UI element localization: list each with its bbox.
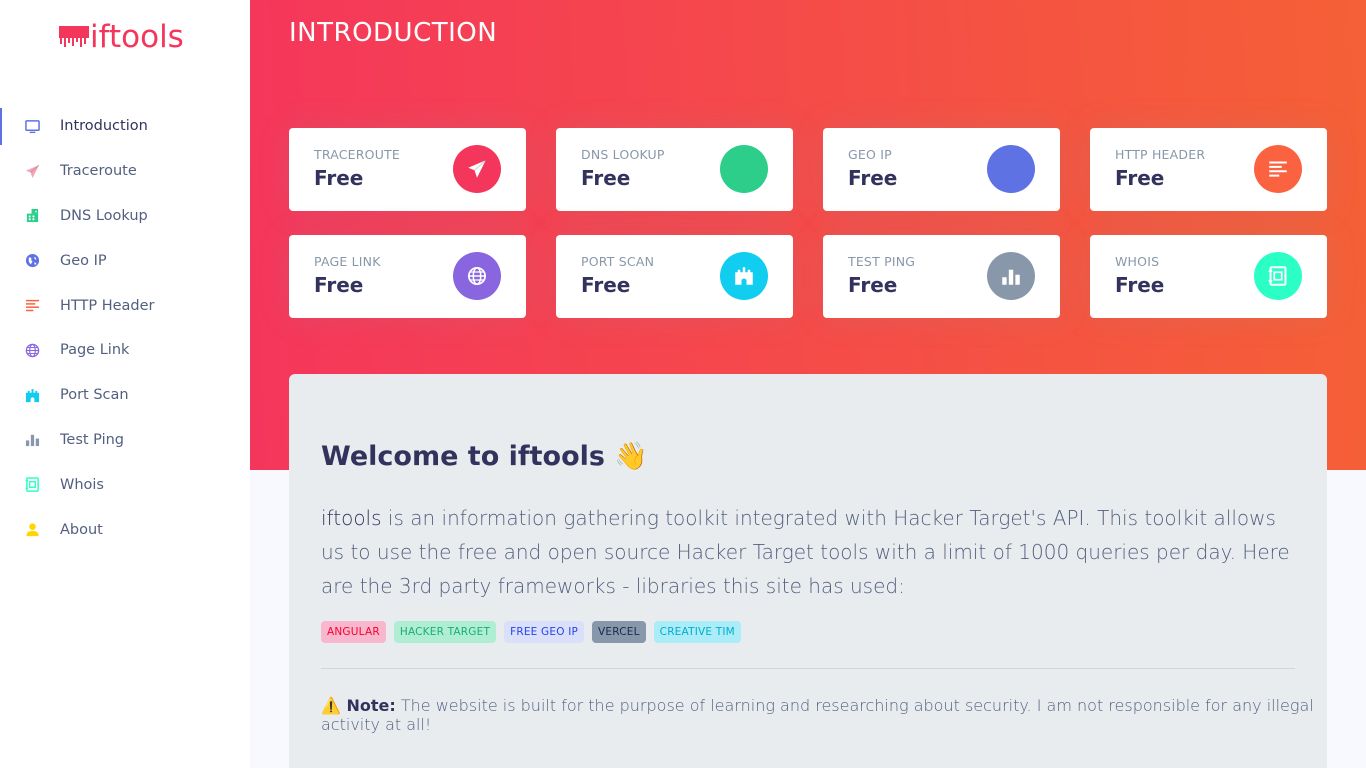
- library-badges: ANGULAR HACKER TARGET FREE GEO IP VERCEL CRE…: [321, 621, 741, 643]
- welcome-text: is an information gathering toolkit inte…: [321, 506, 1290, 598]
- world-icon: [24, 342, 40, 358]
- sidebar-item-test-ping[interactable]: Test Ping: [0, 418, 250, 463]
- card-value: Free: [848, 166, 898, 190]
- stat-card-test-ping[interactable]: TEST PING Free: [823, 235, 1060, 318]
- card-label: PAGE LINK: [314, 254, 381, 269]
- card-value: Free: [1115, 273, 1165, 297]
- welcome-panel: Welcome to iftools 👋 iftools is an infor…: [289, 374, 1327, 768]
- sidebar-item-label: About: [60, 521, 103, 538]
- stat-card-dns-lookup[interactable]: DNS LOOKUP Free: [556, 128, 793, 211]
- card-label: DNS LOOKUP: [581, 147, 665, 162]
- sidebar-item-geo-ip[interactable]: Geo IP: [0, 238, 250, 283]
- stat-card-http-header[interactable]: HTTP HEADER Free: [1090, 128, 1327, 211]
- sidebar-item-label: Test Ping: [60, 431, 125, 448]
- stat-card-port-scan[interactable]: PORT SCAN Free: [556, 235, 793, 318]
- note-label: ⚠️ Note:: [321, 696, 396, 715]
- sidebar-item-port-scan[interactable]: Port Scan: [0, 373, 250, 418]
- logo-text: iftools: [90, 19, 184, 55]
- align-left-icon: [24, 298, 40, 314]
- sidebar: iftools Introduction Traceroute DNS Lookup…: [0, 0, 250, 768]
- sidebar-item-page-link[interactable]: Page Link: [0, 328, 250, 373]
- chart-bar-icon: [987, 252, 1035, 300]
- castle-icon: [720, 252, 768, 300]
- stat-card-traceroute[interactable]: TRACEROUTE Free: [289, 128, 526, 211]
- badge-angular[interactable]: ANGULAR: [321, 621, 386, 643]
- welcome-brand: iftools: [321, 506, 382, 530]
- sidebar-item-dns-lookup[interactable]: DNS Lookup: [0, 194, 250, 239]
- send-icon: [24, 163, 40, 179]
- sidebar-item-http-header[interactable]: HTTP Header: [0, 283, 250, 328]
- stat-card-whois[interactable]: WHOIS Free: [1090, 235, 1327, 318]
- stat-card-geo-ip[interactable]: GEO IP Free: [823, 128, 1060, 211]
- divider: [321, 668, 1295, 669]
- logo[interactable]: iftools: [59, 20, 184, 54]
- notebook-icon: [24, 477, 40, 493]
- card-label: HTTP HEADER: [1115, 147, 1206, 162]
- sidebar-item-traceroute[interactable]: Traceroute: [0, 149, 250, 194]
- globe-americas-icon: [987, 145, 1035, 193]
- building-icon: [24, 208, 40, 224]
- card-value: Free: [314, 166, 364, 190]
- monitor-icon: [24, 118, 40, 134]
- welcome-body: iftools is an information gathering tool…: [321, 501, 1296, 603]
- sidebar-item-label: Geo IP: [60, 252, 107, 269]
- sidebar-nav: Introduction Traceroute DNS Lookup Geo IP HT…: [0, 104, 250, 552]
- sidebar-item-label: Traceroute: [60, 163, 137, 180]
- card-label: PORT SCAN: [581, 254, 655, 269]
- badge-vercel[interactable]: VERCEL: [592, 621, 646, 643]
- send-icon: [453, 145, 501, 193]
- note-text: The website is built for the purpose of …: [321, 696, 1314, 734]
- card-value: Free: [848, 273, 898, 297]
- sidebar-item-label: Port Scan: [60, 387, 129, 404]
- badge-free-geo-ip[interactable]: FREE GEO IP: [504, 621, 585, 643]
- sidebar-item-label: Introduction: [60, 118, 148, 135]
- card-label: GEO IP: [848, 147, 892, 162]
- sidebar-item-label: Page Link: [60, 342, 130, 359]
- sidebar-item-about[interactable]: About: [0, 507, 250, 552]
- sidebar-item-label: HTTP Header: [60, 297, 155, 314]
- logo-mark-icon: [59, 26, 89, 48]
- card-value: Free: [581, 273, 631, 297]
- badge-hacker-target[interactable]: HACKER TARGET: [393, 621, 497, 643]
- align-left-icon: [1254, 145, 1302, 193]
- globe-americas-icon: [24, 253, 40, 269]
- user-icon: [24, 522, 40, 538]
- disclaimer-note: ⚠️ Note: The website is built for the pu…: [321, 696, 1327, 734]
- card-label: TRACEROUTE: [314, 147, 400, 162]
- card-label: TEST PING: [848, 254, 916, 269]
- castle-icon: [24, 387, 40, 403]
- sidebar-item-whois[interactable]: Whois: [0, 462, 250, 507]
- notebook-icon: [1254, 252, 1302, 300]
- sidebar-item-introduction[interactable]: Introduction: [0, 104, 250, 149]
- building-icon: [720, 145, 768, 193]
- card-value: Free: [581, 166, 631, 190]
- welcome-title: Welcome to iftools 👋: [321, 441, 648, 472]
- sidebar-item-label: DNS Lookup: [60, 207, 148, 224]
- card-value: Free: [1115, 166, 1165, 190]
- world-icon: [453, 252, 501, 300]
- card-label: WHOIS: [1115, 254, 1160, 269]
- page-title: INTRODUCTION: [289, 18, 498, 48]
- chart-bar-icon: [24, 432, 40, 448]
- sidebar-item-label: Whois: [60, 476, 104, 493]
- stat-card-page-link[interactable]: PAGE LINK Free: [289, 235, 526, 318]
- badge-creative-tim[interactable]: CREATIVE TIM: [653, 621, 741, 643]
- card-value: Free: [314, 273, 364, 297]
